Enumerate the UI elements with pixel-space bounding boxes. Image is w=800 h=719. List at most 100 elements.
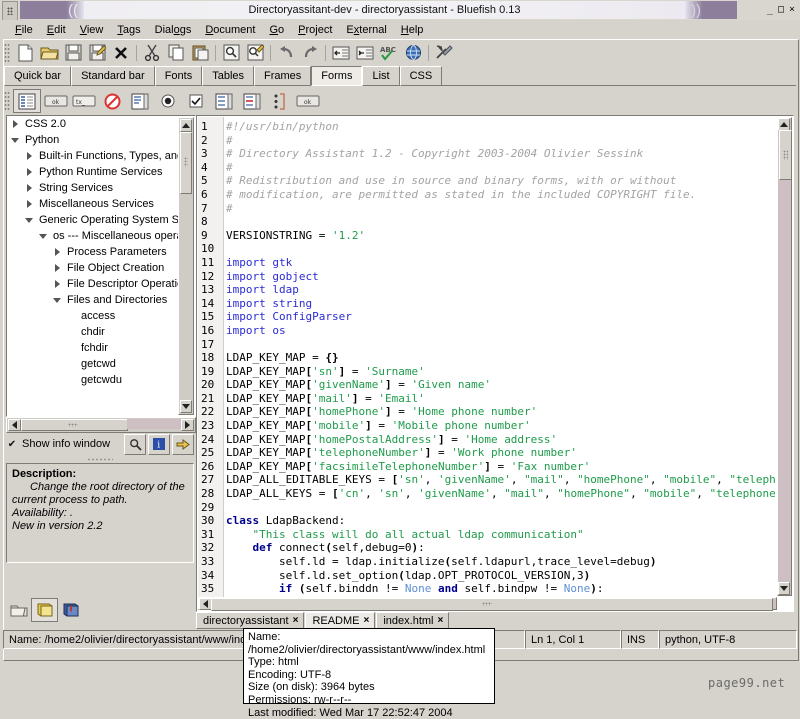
tree-item-getcwd[interactable]: getcwd [7, 356, 179, 372]
input-disabled-icon[interactable] [99, 90, 125, 112]
chevron-right-icon[interactable] [25, 199, 36, 210]
doc-tab-readme[interactable]: README × [305, 612, 375, 629]
form-icon[interactable] [13, 89, 41, 113]
scrollbar-thumb[interactable] [180, 132, 192, 194]
info-icon[interactable]: i [148, 434, 170, 455]
tree-item-css20[interactable]: CSS 2.0 [7, 116, 179, 132]
paste-icon[interactable] [189, 42, 211, 64]
menu-help[interactable]: Help [394, 22, 431, 38]
preview-browser-icon[interactable] [402, 42, 424, 64]
menu-external[interactable]: External [339, 22, 393, 38]
select-icon[interactable] [211, 90, 237, 112]
tree-item-file-object-creation[interactable]: File Object Creation [7, 260, 179, 276]
tree-item-access[interactable]: access [7, 308, 179, 324]
minimize-button[interactable]: _ [767, 5, 773, 15]
save-as-icon[interactable] [86, 42, 108, 64]
chevron-down-icon[interactable] [53, 295, 64, 306]
menu-tags[interactable]: Tags [110, 22, 147, 38]
close-icon[interactable]: × [364, 615, 370, 626]
option-group-icon[interactable] [267, 90, 293, 112]
folder-icon[interactable] [6, 599, 31, 621]
maximize-button[interactable]: □ [778, 5, 784, 15]
chevron-down-icon[interactable] [25, 215, 36, 226]
tree-item-file-descriptor-operations[interactable]: File Descriptor Operations [7, 276, 179, 292]
menu-go[interactable]: Go [262, 22, 291, 38]
input-text-icon[interactable]: tx_ [71, 90, 97, 112]
option-icon[interactable] [239, 90, 265, 112]
scroll-down-arrow-icon[interactable] [180, 400, 192, 413]
menu-view[interactable]: View [73, 22, 111, 38]
scroll-up-arrow-icon[interactable] [180, 119, 192, 132]
tree-item-generic-os-services[interactable]: Generic Operating System Service [7, 212, 179, 228]
save-file-icon[interactable] [62, 42, 84, 64]
textarea-icon[interactable] [127, 90, 153, 112]
doc-tab-index-html[interactable]: index.html × [376, 612, 449, 629]
chevron-right-icon[interactable] [11, 119, 22, 130]
chevron-right-icon[interactable] [25, 167, 36, 178]
scrollbar-thumb[interactable] [779, 130, 792, 180]
scroll-right-arrow-icon[interactable] [181, 419, 194, 431]
input-submit-icon[interactable]: ok [43, 90, 69, 112]
menu-dialogs[interactable]: Dialogs [148, 22, 199, 38]
scrollbar-thumb[interactable] [211, 598, 773, 611]
yellow-book-icon[interactable] [31, 598, 58, 622]
menu-project[interactable]: Project [291, 22, 339, 38]
code-editor[interactable]: 1234567891011121314151617181920212223242… [196, 115, 794, 612]
editor-vertical-scrollbar[interactable] [777, 117, 792, 596]
chevron-down-icon[interactable] [11, 135, 22, 146]
unindent-icon[interactable] [330, 42, 352, 64]
pane-splitter[interactable] [6, 456, 194, 462]
toolbar-handle[interactable] [4, 43, 10, 63]
tree-item-builtin-functions[interactable]: Built-in Functions, Types, and Exc [7, 148, 179, 164]
find-icon[interactable] [220, 42, 242, 64]
tab-fonts[interactable]: Fonts [155, 66, 203, 86]
chevron-right-icon[interactable] [25, 151, 36, 162]
button-icon[interactable]: ok [295, 90, 321, 112]
tree-vertical-scrollbar[interactable] [178, 117, 194, 415]
code-text-area[interactable]: #!/usr/bin/python # # Directory Assistan… [226, 117, 775, 597]
tab-forms[interactable]: Forms [311, 66, 362, 86]
tree-horizontal-scrollbar[interactable] [6, 417, 196, 433]
close-icon[interactable]: × [437, 615, 443, 626]
tree-item-files-and-directories[interactable]: Files and Directories [7, 292, 179, 308]
redo-icon[interactable] [299, 42, 321, 64]
blue-book-icon[interactable] [58, 599, 83, 621]
cut-icon[interactable] [141, 42, 163, 64]
tab-css[interactable]: CSS [400, 66, 443, 86]
tree-item-process-parameters[interactable]: Process Parameters [7, 244, 179, 260]
chevron-right-icon[interactable] [53, 279, 64, 290]
source-code[interactable]: #!/usr/bin/python # # Directory Assistan… [226, 120, 775, 597]
new-file-icon[interactable] [14, 42, 36, 64]
spellcheck-icon[interactable]: ABC [378, 42, 400, 64]
chevron-right-icon[interactable] [53, 263, 64, 274]
tab-standard-bar[interactable]: Standard bar [71, 66, 155, 86]
tree-item-string-services[interactable]: String Services [7, 180, 179, 196]
tree-item-getcwdu[interactable]: getcwdu [7, 372, 179, 388]
goto-icon[interactable] [172, 434, 194, 455]
doc-tab-directoryassistant[interactable]: directoryassistant × [196, 612, 304, 629]
menu-edit[interactable]: Edit [40, 22, 73, 38]
copy-icon[interactable] [165, 42, 187, 64]
show-info-window-checkbox[interactable]: ✔ [6, 438, 18, 450]
reference-tree[interactable]: CSS 2.0 Python Built-in Functions, Types… [7, 116, 179, 414]
chevron-down-icon[interactable] [39, 231, 50, 242]
open-file-icon[interactable] [38, 42, 60, 64]
preferences-icon[interactable] [433, 42, 455, 64]
close-button[interactable]: × [789, 5, 795, 15]
indent-icon[interactable] [354, 42, 376, 64]
undo-icon[interactable] [275, 42, 297, 64]
chevron-right-icon[interactable] [25, 183, 36, 194]
tree-item-miscellaneous-services[interactable]: Miscellaneous Services [7, 196, 179, 212]
tab-quick-bar[interactable]: Quick bar [4, 66, 71, 86]
scroll-down-arrow-icon[interactable] [778, 582, 790, 595]
scroll-left-arrow-icon[interactable] [8, 419, 21, 431]
tree-item-python[interactable]: Python [7, 132, 179, 148]
checkbox-icon[interactable] [183, 90, 209, 112]
tree-item-python-runtime-services[interactable]: Python Runtime Services [7, 164, 179, 180]
tab-list[interactable]: List [362, 66, 399, 86]
tab-tables[interactable]: Tables [202, 66, 254, 86]
chevron-right-icon[interactable] [53, 247, 64, 258]
forms-toolbar-handle[interactable] [4, 91, 10, 111]
radio-button-icon[interactable] [155, 90, 181, 112]
tree-item-fchdir[interactable]: fchdir [7, 340, 179, 356]
